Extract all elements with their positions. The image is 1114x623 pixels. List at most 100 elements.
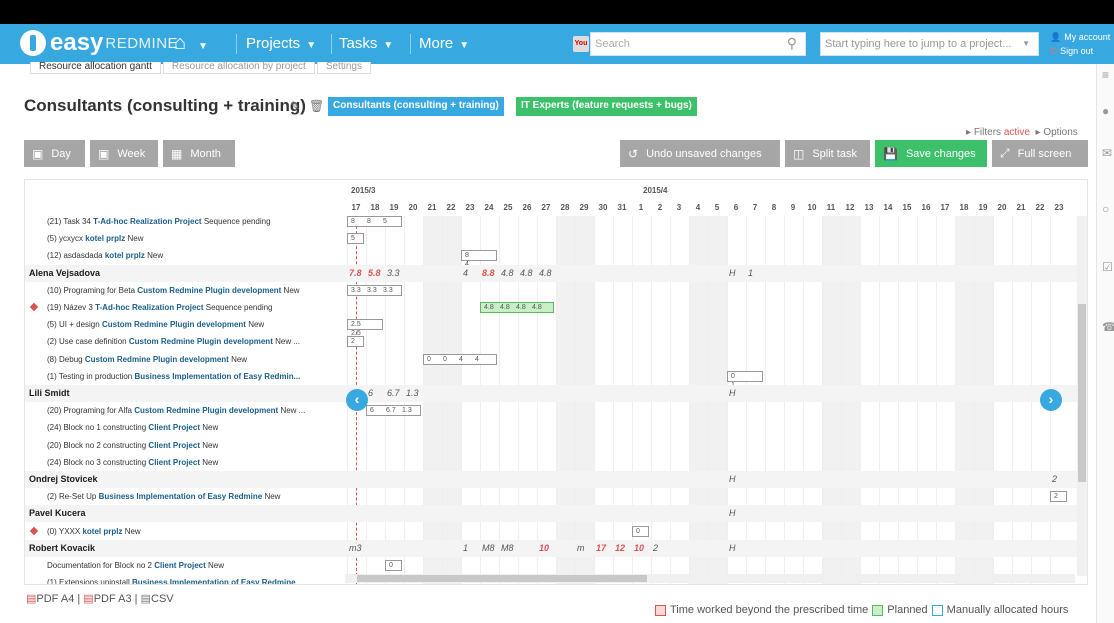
scroll-left-button[interactable]: ‹ [346, 389, 368, 411]
nav-more[interactable]: More ▼ [419, 35, 469, 52]
task-label[interactable]: (5) ycxycx kotel prplz New [47, 230, 359, 247]
allocation-bar[interactable]: 4.8 4.8 4.8 4.8 [480, 302, 554, 313]
save-changes-button[interactable]: 💾 Save changes [875, 140, 987, 167]
user-icon[interactable]: ● [1102, 104, 1109, 118]
task-subject[interactable]: Block no 3 constructing [63, 458, 146, 467]
horizontal-scrollbar[interactable] [345, 574, 1075, 583]
task-row[interactable]: (19) Název 3 T-Ad-hoc Realization Projec… [25, 299, 1087, 316]
task-project[interactable]: Custom Redmine Plugin development [137, 286, 281, 295]
task-row[interactable]: (24) Block no 3 constructing Client Proj… [25, 454, 1087, 471]
app-logo[interactable]: easy REDMINE [20, 29, 178, 57]
checklist-icon[interactable]: ☑ [1102, 260, 1113, 274]
bulb-icon[interactable]: ○ [1102, 202, 1109, 216]
export-pdf-a3-link[interactable]: PDF A3 [94, 593, 132, 605]
task-subject[interactable]: ycxycx [59, 234, 83, 243]
task-label[interactable]: Documentation for Block no 2 Client Proj… [47, 557, 359, 574]
allocation-bar[interactable]: 01 [727, 370, 763, 389]
task-subject[interactable]: Task 34 [63, 217, 91, 226]
allocation-bar[interactable]: 0 0 4 4 [423, 353, 497, 365]
task-row[interactable]: (1) Testing in production Business Imple… [25, 368, 1087, 389]
jump-to-project-input[interactable]: Start typing here to jump to a project..… [820, 32, 1039, 56]
task-row[interactable]: (5) ycxycx kotel prplz New 5 [25, 230, 1087, 247]
export-pdf-a4-link[interactable]: PDF A4 [36, 593, 74, 605]
task-row[interactable]: (21) Task 34 T-Ad-hoc Realization Projec… [25, 213, 1087, 230]
task-label[interactable]: (2) Use case definition Custom Redmine P… [47, 333, 359, 350]
user-row[interactable]: Ondrej Stovicek H 2 [25, 471, 1087, 488]
task-label[interactable]: (1) Extensions uninstall Business Implem… [47, 574, 359, 584]
user-row[interactable]: Alena Vejsadova 7.8 5.8 3.3 4 8.8 4.8 4.8 4.8 H 1 [25, 264, 1087, 282]
task-project[interactable]: Client Project [148, 423, 200, 432]
task-subject[interactable]: Programing for Beta [63, 286, 135, 295]
menu-icon[interactable]: ≡ [1102, 68, 1109, 82]
task-project[interactable]: T-Ad-hoc Realization Project [95, 303, 203, 312]
task-row[interactable]: (5) UI + design Custom Redmine Plugin de… [25, 316, 1087, 337]
task-project[interactable]: kotel prplz [82, 527, 122, 536]
horizontal-scroll-thumb[interactable] [357, 575, 647, 582]
user-name[interactable]: Pavel Kucera [29, 505, 341, 522]
allocation-bar[interactable]: 8 8 5 [347, 216, 402, 227]
task-label[interactable]: (5) UI + design Custom Redmine Plugin de… [47, 316, 359, 333]
task-label[interactable]: (24) Block no 1 constructing Client Proj… [47, 419, 359, 436]
user-row[interactable]: Pavel Kucera H [25, 505, 1087, 523]
group-tag-it-experts[interactable]: IT Experts (feature requests + bugs) [516, 97, 697, 116]
task-label[interactable]: (12) asdasdada kotel prplz New [47, 247, 359, 264]
task-project[interactable]: Custom Redmine Plugin development [129, 337, 273, 346]
user-row[interactable]: Robert Kovacik m3 1 M8 M8 10 m 17 12 10 2 H [25, 539, 1087, 557]
task-row[interactable]: (12) asdasdada kotel prplz New 84 [25, 247, 1087, 268]
full-screen-button[interactable]: ⤢ Full screen [992, 140, 1088, 167]
sign-out-link[interactable]: ⏻ Sign out [1050, 44, 1110, 58]
task-row[interactable]: (8) Debug Custom Redmine Plugin developm… [25, 351, 1087, 368]
day-button[interactable]: ▣ Day [24, 140, 85, 167]
task-subject[interactable]: YXXX [59, 527, 80, 536]
group-tag-consultants[interactable]: Consultants (consulting + training) [328, 97, 504, 116]
vertical-scroll-thumb[interactable] [1078, 304, 1086, 482]
edit-icon[interactable]: ✎ [290, 99, 300, 113]
task-subject[interactable]: Testing in production [59, 372, 132, 381]
task-project[interactable]: Custom Redmine Plugin development [134, 406, 278, 415]
delete-icon[interactable]: 🗑 [309, 99, 324, 113]
my-account-link[interactable]: 👤 My account [1050, 30, 1110, 44]
allocation-bar[interactable]: 2 [1050, 491, 1067, 503]
undo-button[interactable]: ↺ Undo unsaved changes [620, 140, 780, 167]
tab-settings[interactable]: Settings [316, 62, 371, 74]
task-row[interactable]: (24) Block no 1 constructing Client Proj… [25, 419, 1087, 436]
task-row[interactable]: (2) Use case definition Custom Redmine P… [25, 333, 1087, 350]
month-button[interactable]: ▦ Month [163, 140, 235, 167]
options-toggle[interactable]: ▸ Options [1033, 127, 1078, 138]
user-name[interactable]: Lili Smidt [29, 385, 341, 402]
allocation-bar[interactable]: 2.52.5 [347, 319, 383, 337]
task-subject[interactable]: Programing for Alfa [63, 406, 131, 415]
task-project[interactable]: Business Implementation of Easy Redmin..… [134, 372, 300, 381]
task-subject[interactable]: UI + design [59, 320, 100, 329]
tab-resource-allocation-by-project[interactable]: Resource allocation by project [162, 62, 315, 74]
split-task-button[interactable]: ◫ Split task [785, 140, 870, 167]
task-label[interactable]: (1) Testing in production Business Imple… [47, 368, 359, 385]
task-label[interactable]: (21) Task 34 T-Ad-hoc Realization Projec… [47, 213, 359, 230]
task-row[interactable]: (20) Programing for Alfa Custom Redmine … [25, 402, 1087, 419]
scroll-right-button[interactable]: › [1040, 389, 1062, 411]
task-label[interactable]: (24) Block no 3 constructing Client Proj… [47, 454, 359, 471]
allocation-bar[interactable]: 0 [632, 525, 649, 537]
task-label[interactable]: (20) Programing for Alfa Custom Redmine … [47, 402, 359, 419]
task-subject[interactable]: Use case definition [59, 337, 127, 346]
task-subject[interactable]: Block no 2 constructing [63, 441, 146, 450]
task-row[interactable]: (0) YXXX kotel prplz New 0 [25, 523, 1087, 540]
task-project[interactable]: kotel prplz [85, 234, 125, 243]
allocation-bar[interactable]: 5 [347, 233, 364, 245]
phone-icon[interactable]: ☎ [1102, 320, 1114, 334]
task-subject[interactable]: Název 3 [63, 303, 92, 312]
nav-projects[interactable]: Projects ▼ [246, 35, 316, 52]
task-project[interactable]: Custom Redmine Plugin development [102, 320, 246, 329]
task-row[interactable]: (10) Programing for Beta Custom Redmine … [25, 282, 1087, 299]
task-project[interactable]: Client Project [148, 458, 200, 467]
allocation-bar[interactable]: 2 [347, 336, 364, 348]
task-row[interactable]: (2) Re-Set Up Business Implementation of… [25, 488, 1087, 505]
allocation-bar[interactable]: 0 [385, 560, 402, 571]
task-label[interactable]: (0) YXXX kotel prplz New [47, 523, 359, 540]
task-row[interactable]: Documentation for Block no 2 Client Proj… [25, 557, 1087, 574]
task-subject[interactable]: Re-Set Up [59, 492, 96, 501]
user-name[interactable]: Alena Vejsadova [29, 265, 341, 282]
task-label[interactable]: (19) Název 3 T-Ad-hoc Realization Projec… [47, 299, 359, 316]
week-button[interactable]: ▣ Week [90, 140, 158, 167]
task-project[interactable]: Business Implementation of Easy Redmine [132, 578, 296, 584]
